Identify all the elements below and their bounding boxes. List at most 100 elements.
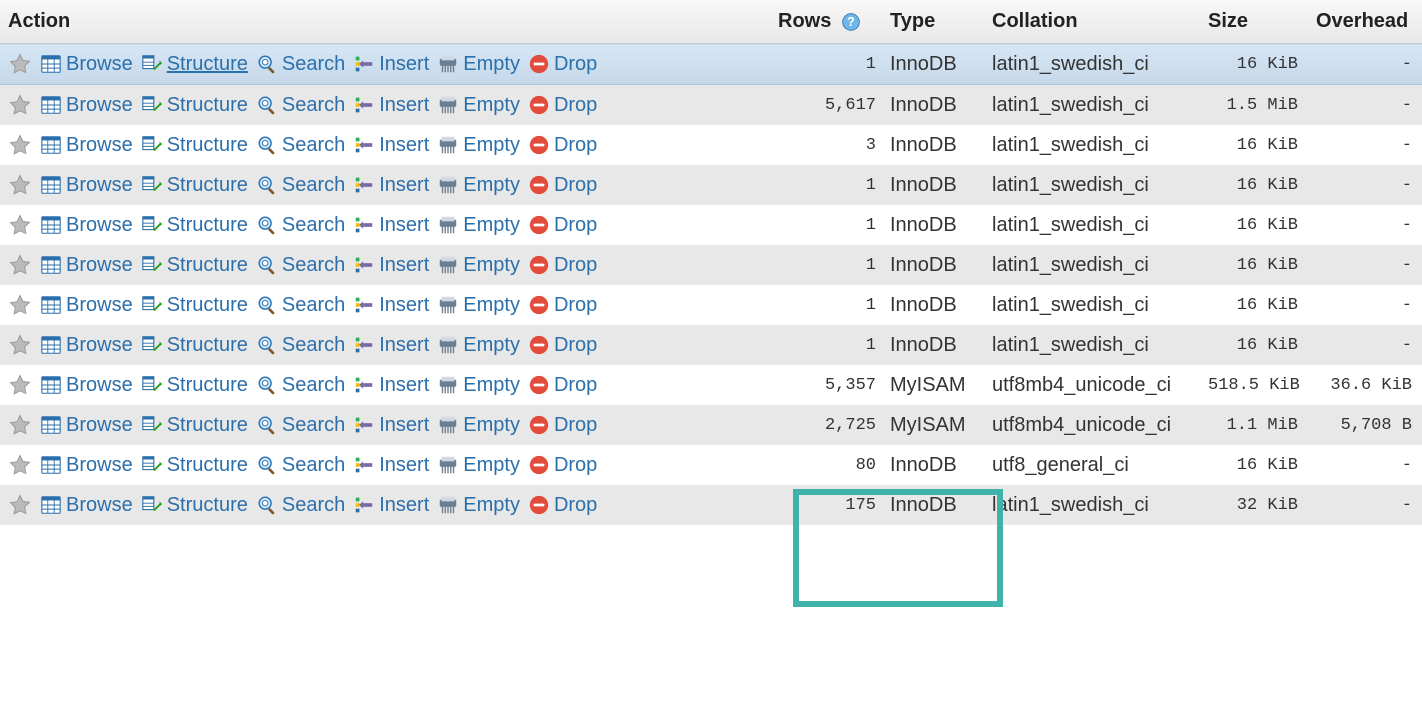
insert-link[interactable]: Insert xyxy=(353,414,429,437)
insert-link[interactable]: Insert xyxy=(353,494,429,517)
empty-link[interactable]: Empty xyxy=(437,53,520,76)
insert-link[interactable]: Insert xyxy=(353,254,429,277)
empty-link[interactable]: Empty xyxy=(437,494,520,517)
drop-link[interactable]: Drop xyxy=(528,214,597,237)
favorite-star-icon[interactable] xyxy=(8,293,32,317)
insert-link[interactable]: Insert xyxy=(353,214,429,237)
insert-link[interactable]: Insert xyxy=(353,174,429,197)
structure-link[interactable]: Structure xyxy=(141,454,248,477)
structure-link[interactable]: Structure xyxy=(141,94,248,117)
empty-link[interactable]: Empty xyxy=(437,254,520,277)
favorite-star-icon[interactable] xyxy=(8,413,32,437)
structure-link[interactable]: Structure xyxy=(141,214,248,237)
browse-link[interactable]: Browse xyxy=(40,414,133,437)
browse-link-label: Browse xyxy=(66,494,133,517)
structure-link[interactable]: Structure xyxy=(141,174,248,197)
empty-link[interactable]: Empty xyxy=(437,374,520,397)
drop-link[interactable]: Drop xyxy=(528,334,597,357)
empty-link[interactable]: Empty xyxy=(437,94,520,117)
help-icon[interactable] xyxy=(841,12,861,32)
size-value: 16 KiB xyxy=(1200,285,1308,325)
browse-link[interactable]: Browse xyxy=(40,134,133,157)
favorite-star-icon[interactable] xyxy=(8,213,32,237)
drop-link[interactable]: Drop xyxy=(528,294,597,317)
collation-value: latin1_swedish_ci xyxy=(984,165,1200,205)
empty-link[interactable]: Empty xyxy=(437,174,520,197)
structure-link[interactable]: Structure xyxy=(141,53,248,76)
search-link[interactable]: Search xyxy=(256,174,345,197)
browse-link[interactable]: Browse xyxy=(40,374,133,397)
search-link[interactable]: Search xyxy=(256,294,345,317)
search-link[interactable]: Search xyxy=(256,494,345,517)
browse-link[interactable]: Browse xyxy=(40,94,133,117)
empty-link[interactable]: Empty xyxy=(437,134,520,157)
structure-link[interactable]: Structure xyxy=(141,254,248,277)
empty-link[interactable]: Empty xyxy=(437,454,520,477)
favorite-star-icon[interactable] xyxy=(8,93,32,117)
favorite-star-icon[interactable] xyxy=(8,493,32,517)
insert-link[interactable]: Insert xyxy=(353,454,429,477)
browse-link[interactable]: Browse xyxy=(40,254,133,277)
browse-link[interactable]: Browse xyxy=(40,494,133,517)
empty-link[interactable]: Empty xyxy=(437,414,520,437)
favorite-star-icon[interactable] xyxy=(8,52,32,76)
search-link[interactable]: Search xyxy=(256,134,345,157)
insert-link[interactable]: Insert xyxy=(353,334,429,357)
structure-link[interactable]: Structure xyxy=(141,334,248,357)
browse-link[interactable]: Browse xyxy=(40,53,133,76)
drop-link[interactable]: Drop xyxy=(528,254,597,277)
drop-link[interactable]: Drop xyxy=(528,94,597,117)
drop-link[interactable]: Drop xyxy=(528,374,597,397)
insert-link[interactable]: Insert xyxy=(353,374,429,397)
empty-link[interactable]: Empty xyxy=(437,334,520,357)
search-link[interactable]: Search xyxy=(256,374,345,397)
insert-link[interactable]: Insert xyxy=(353,53,429,76)
structure-link[interactable]: Structure xyxy=(141,134,248,157)
drop-link[interactable]: Drop xyxy=(528,53,597,76)
search-link[interactable]: Search xyxy=(256,214,345,237)
search-link[interactable]: Search xyxy=(256,334,345,357)
col-collation[interactable]: Collation xyxy=(984,0,1200,44)
empty-link[interactable]: Empty xyxy=(437,214,520,237)
search-link[interactable]: Search xyxy=(256,414,345,437)
browse-link[interactable]: Browse xyxy=(40,454,133,477)
insert-link[interactable]: Insert xyxy=(353,134,429,157)
search-link[interactable]: Search xyxy=(256,53,345,76)
col-overhead[interactable]: Overhead xyxy=(1308,0,1422,44)
structure-link[interactable]: Structure xyxy=(141,374,248,397)
drop-link[interactable]: Drop xyxy=(528,494,597,517)
col-type[interactable]: Type xyxy=(882,0,984,44)
search-link[interactable]: Search xyxy=(256,454,345,477)
structure-link[interactable]: Structure xyxy=(141,414,248,437)
insert-link-label: Insert xyxy=(379,294,429,317)
drop-link[interactable]: Drop xyxy=(528,174,597,197)
favorite-star-icon[interactable] xyxy=(8,253,32,277)
browse-link[interactable]: Browse xyxy=(40,214,133,237)
browse-link[interactable]: Browse xyxy=(40,294,133,317)
structure-link[interactable]: Structure xyxy=(141,494,248,517)
favorite-star-icon[interactable] xyxy=(8,333,32,357)
favorite-star-icon[interactable] xyxy=(8,373,32,397)
browse-link[interactable]: Browse xyxy=(40,334,133,357)
col-action[interactable]: Action xyxy=(0,0,770,44)
empty-link[interactable]: Empty xyxy=(437,294,520,317)
browse-link[interactable]: Browse xyxy=(40,174,133,197)
favorite-star-icon[interactable] xyxy=(8,133,32,157)
favorite-star-icon[interactable] xyxy=(8,453,32,477)
drop-link[interactable]: Drop xyxy=(528,454,597,477)
structure-link[interactable]: Structure xyxy=(141,294,248,317)
drop-link[interactable]: Drop xyxy=(528,134,597,157)
search-link[interactable]: Search xyxy=(256,94,345,117)
insert-link[interactable]: Insert xyxy=(353,294,429,317)
favorite-star-icon[interactable] xyxy=(8,173,32,197)
drop-link[interactable]: Drop xyxy=(528,414,597,437)
search-link[interactable]: Search xyxy=(256,254,345,277)
drop-link-label: Drop xyxy=(554,53,597,76)
insert-link-label: Insert xyxy=(379,134,429,157)
table-row: BrowseStructureSearchInsertEmptyDrop1Inn… xyxy=(0,285,1422,325)
col-size[interactable]: Size xyxy=(1200,0,1308,44)
insert-link[interactable]: Insert xyxy=(353,94,429,117)
col-rows[interactable]: Rows xyxy=(770,0,882,44)
col-collation-label: Collation xyxy=(992,10,1078,32)
search-link-label: Search xyxy=(282,174,345,197)
